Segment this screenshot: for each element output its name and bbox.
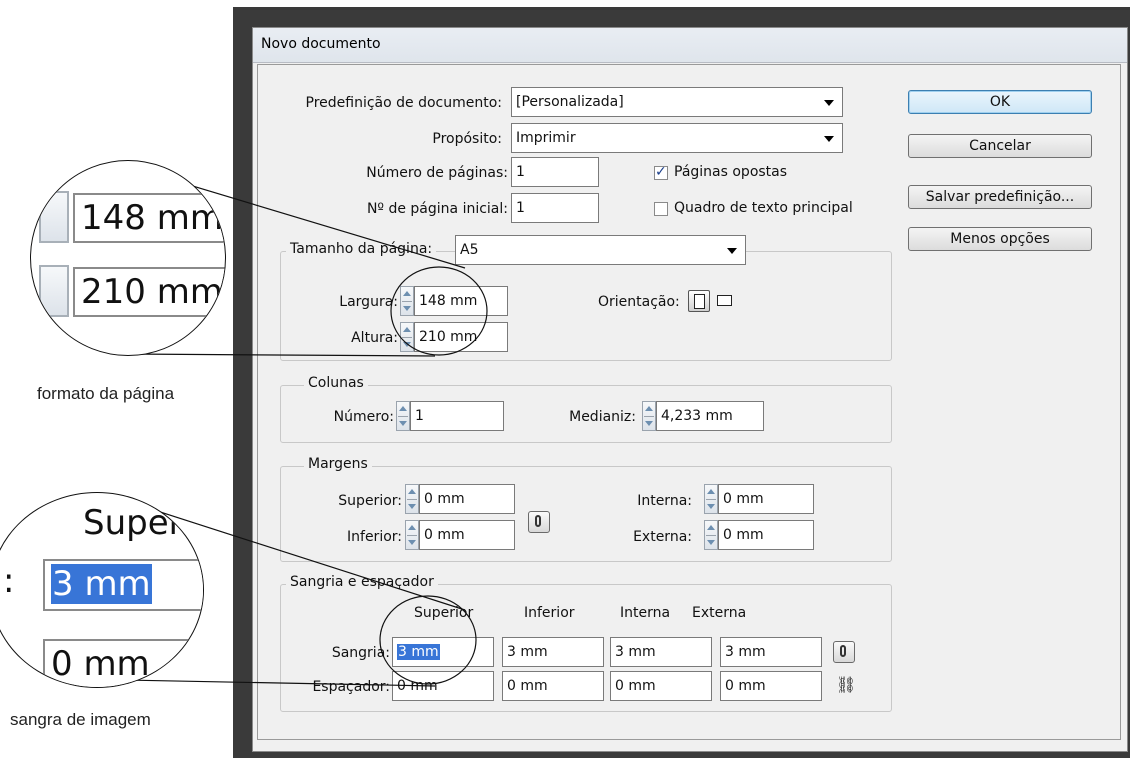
zoom-bleed-header: Super: [83, 503, 183, 543]
zoom-height-field: 210 mm: [73, 267, 225, 317]
zoom-width-stepper: [39, 191, 69, 243]
zoom-bleed-field: 3 mm: [43, 559, 203, 611]
zoom-bleed-value: 3 mm: [51, 564, 152, 604]
page-format-caption: formato da página: [37, 384, 175, 403]
bleed-zoom: Super : 3 mm 0 mm: [0, 492, 204, 688]
zoom-height-stepper: [39, 265, 69, 317]
zoom-width-field: 148 mm: [73, 193, 225, 243]
page-format-zoom: 148 mm 210 mm: [30, 160, 226, 356]
zoom-colon: :: [3, 561, 15, 601]
zoom-slug-field: 0 mm: [43, 639, 203, 687]
bleed-caption: sangra de imagem: [10, 710, 151, 729]
